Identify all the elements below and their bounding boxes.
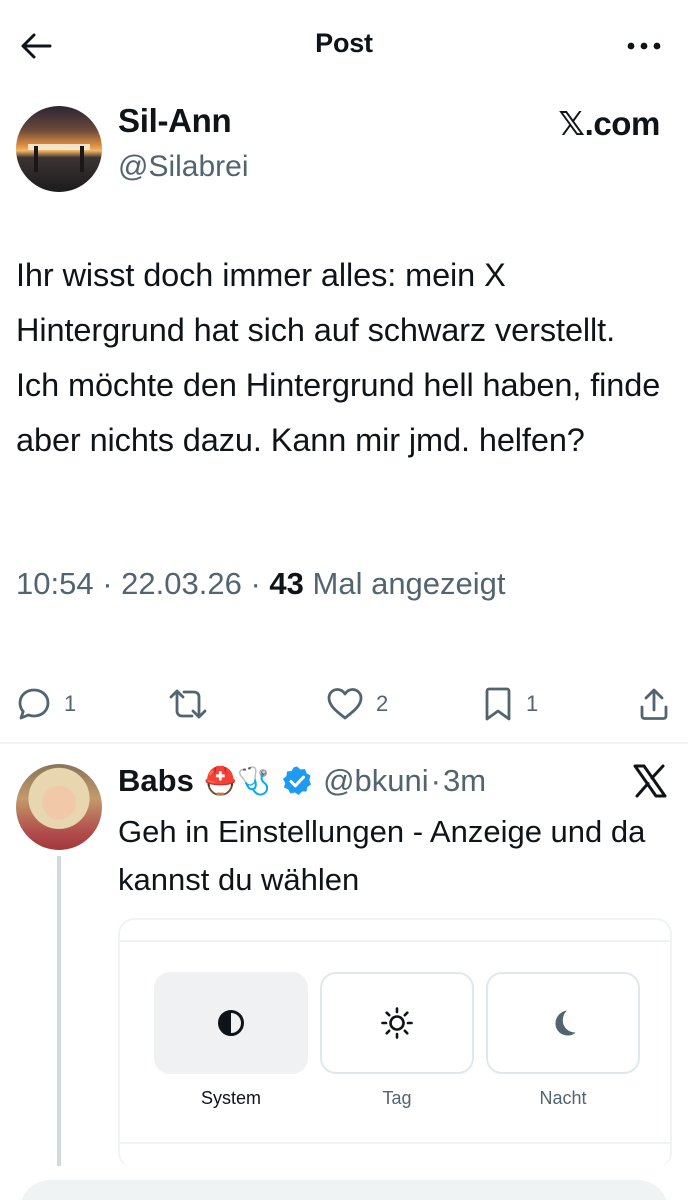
post-text: Ihr wisst doch immer alles: mein X Hinte… [16, 257, 661, 458]
action-bar: 1 2 1 [0, 682, 688, 732]
post-time[interactable]: 10:54 [16, 566, 94, 601]
x-logo-icon[interactable] [632, 764, 668, 798]
embedded-image[interactable]: System Tag Nacht [118, 918, 672, 1168]
reply-icon [18, 688, 50, 720]
moon-icon [555, 1010, 576, 1036]
reply-separator: · [430, 763, 441, 798]
share-icon [640, 688, 668, 720]
page-title: Post [315, 28, 373, 58]
post-meta: 10:54 · 22.03.26 · 43 Mal angezeigt [16, 566, 506, 602]
views-count: 43 [269, 566, 304, 601]
more-horizontal-icon [627, 42, 661, 50]
like-count: 2 [376, 691, 389, 716]
share-button[interactable] [638, 686, 670, 722]
post-date[interactable]: 22.03.26 [121, 566, 242, 601]
divider [0, 742, 688, 744]
reply-composer-bar[interactable] [20, 1180, 668, 1200]
author-avatar[interactable] [16, 106, 102, 192]
reply-author-emoji: ⛑️🩺 [203, 766, 272, 796]
views-label: Mal angezeigt [312, 566, 506, 601]
author-name[interactable]: Sil-Ann [118, 102, 232, 140]
theme-option-system[interactable] [154, 972, 308, 1074]
reply-author-name[interactable]: Babs [118, 763, 194, 799]
theme-label-system: System [200, 1088, 261, 1108]
reply-text: Geh in Einstellungen - Anzeige und da ka… [118, 814, 646, 897]
heart-icon [327, 688, 363, 720]
sun-icon [381, 1007, 413, 1039]
like-button[interactable]: 2 [326, 686, 388, 722]
contrast-half-icon [218, 1010, 244, 1036]
reply-avatar[interactable] [16, 764, 102, 850]
author-handle[interactable]: @Silabrei [118, 150, 249, 184]
theme-label-night: Nacht [539, 1088, 587, 1108]
top-bar: Post [0, 0, 688, 92]
theme-option-night[interactable] [486, 972, 640, 1074]
bookmark-button[interactable]: 1 [482, 686, 538, 722]
post-page: Post Sil-Ann @Silabrei 𝕏.com Ihr wisst d… [0, 0, 688, 1200]
reply-button[interactable]: 1 [16, 686, 76, 722]
theme-option-day[interactable] [320, 972, 474, 1074]
repost-icon [169, 689, 207, 719]
repost-button[interactable] [168, 686, 220, 722]
more-options-button[interactable] [620, 28, 668, 64]
thread-line [57, 856, 61, 1166]
meta-separator: · [102, 566, 113, 601]
reply-header: Babs ⛑️🩺 @bkuni · 3m [118, 760, 486, 802]
verified-badge-icon [283, 766, 312, 795]
bookmark-icon [485, 687, 511, 721]
reply-author-handle[interactable]: @bkuni [323, 763, 429, 799]
source-label: 𝕏.com [558, 105, 660, 142]
reply-time[interactable]: 3m [443, 763, 486, 799]
theme-label-day: Tag [382, 1088, 412, 1108]
meta-separator: · [250, 566, 261, 601]
reply-count: 1 [64, 691, 77, 716]
bookmark-count: 1 [526, 691, 539, 716]
